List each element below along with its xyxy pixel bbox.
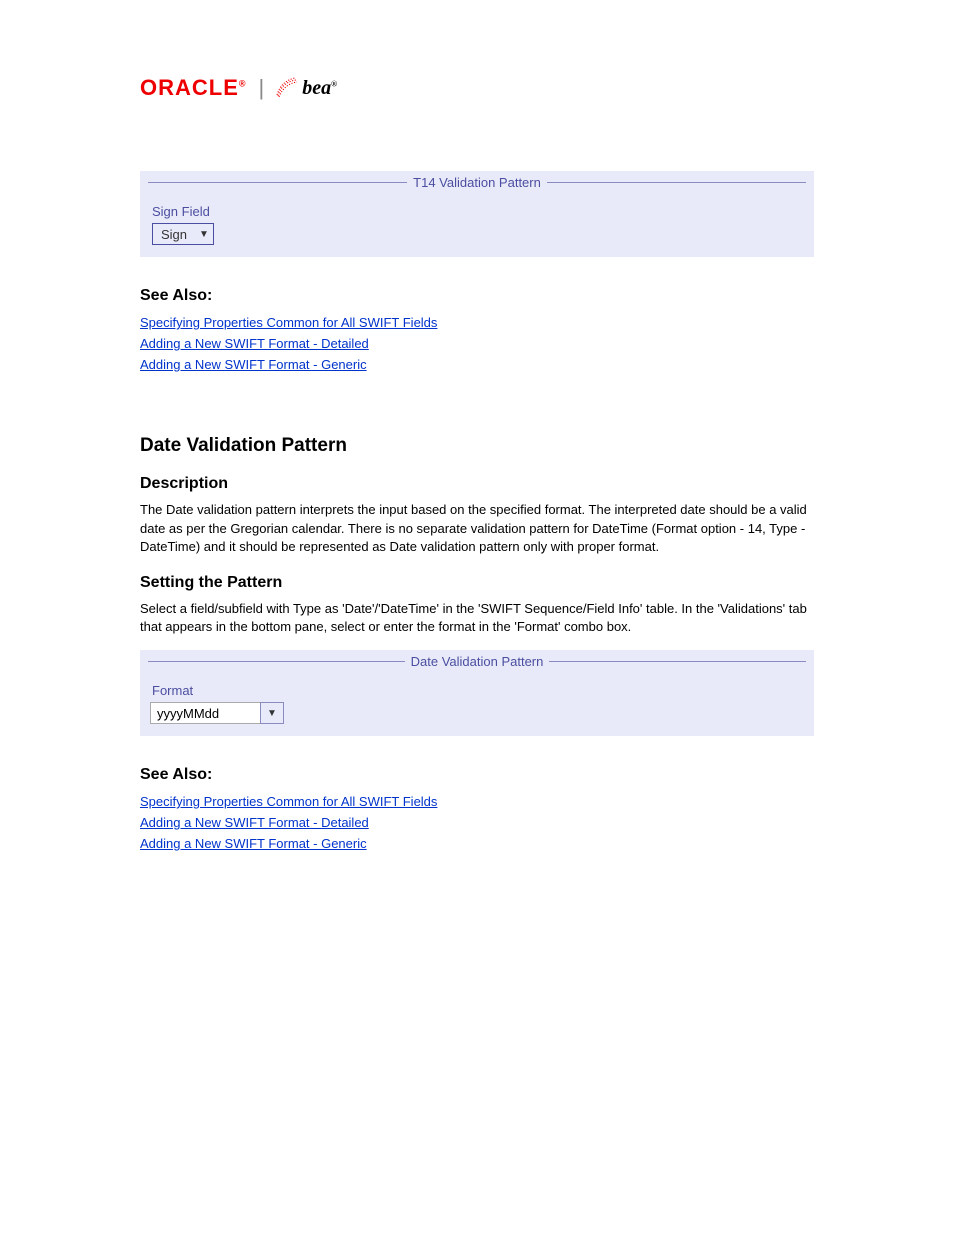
format-field-label: Format [152, 683, 806, 698]
combobox-dropdown-button[interactable]: ▼ [260, 702, 284, 724]
link-common-swift-fields-2[interactable]: Specifying Properties Common for All SWI… [140, 794, 437, 809]
fieldset-line [148, 182, 407, 183]
date-validation-panel: Date Validation Pattern Format ▼ [140, 650, 814, 736]
t14-panel-title: T14 Validation Pattern [413, 175, 541, 190]
link-common-swift-fields[interactable]: Specifying Properties Common for All SWI… [140, 315, 437, 330]
link-swift-format-generic[interactable]: Adding a New SWIFT Format - Generic [140, 357, 367, 372]
fieldset-line [148, 661, 405, 662]
setting-pattern-heading: Setting the Pattern [140, 574, 814, 592]
date-panel-title: Date Validation Pattern [411, 654, 544, 669]
format-input[interactable] [150, 702, 260, 724]
link-swift-format-generic-2[interactable]: Adding a New SWIFT Format - Generic [140, 836, 367, 851]
fieldset-line [547, 182, 806, 183]
link-swift-format-detailed[interactable]: Adding a New SWIFT Format - Detailed [140, 336, 369, 351]
logo-bar: ORACLE® | bea® [140, 75, 814, 101]
format-combobox[interactable]: ▼ [150, 702, 284, 724]
bea-swoosh-icon [276, 76, 300, 100]
see-also-links-1: Specifying Properties Common for All SWI… [140, 313, 814, 375]
logo-divider: | [259, 75, 265, 101]
chevron-down-icon: ▼ [195, 229, 213, 240]
dropdown-value: Sign [153, 225, 195, 244]
sign-field-dropdown[interactable]: Sign ▼ [152, 223, 214, 245]
setting-pattern-body: Select a field/subfield with Type as 'Da… [140, 600, 814, 636]
date-validation-title: Date Validation Pattern [140, 435, 814, 457]
description-heading: Description [140, 475, 814, 493]
see-also-heading-2: See Also: [140, 766, 814, 784]
chevron-down-icon: ▼ [267, 708, 277, 719]
bea-logo: bea® [276, 76, 337, 100]
see-also-links-2: Specifying Properties Common for All SWI… [140, 792, 814, 854]
see-also-heading: See Also: [140, 287, 814, 305]
t14-validation-panel: T14 Validation Pattern Sign Field Sign ▼ [140, 171, 814, 257]
description-body: The Date validation pattern interprets t… [140, 501, 814, 556]
sign-field-label: Sign Field [152, 204, 806, 219]
oracle-logo: ORACLE® [140, 75, 247, 101]
fieldset-line [549, 661, 806, 662]
link-swift-format-detailed-2[interactable]: Adding a New SWIFT Format - Detailed [140, 815, 369, 830]
